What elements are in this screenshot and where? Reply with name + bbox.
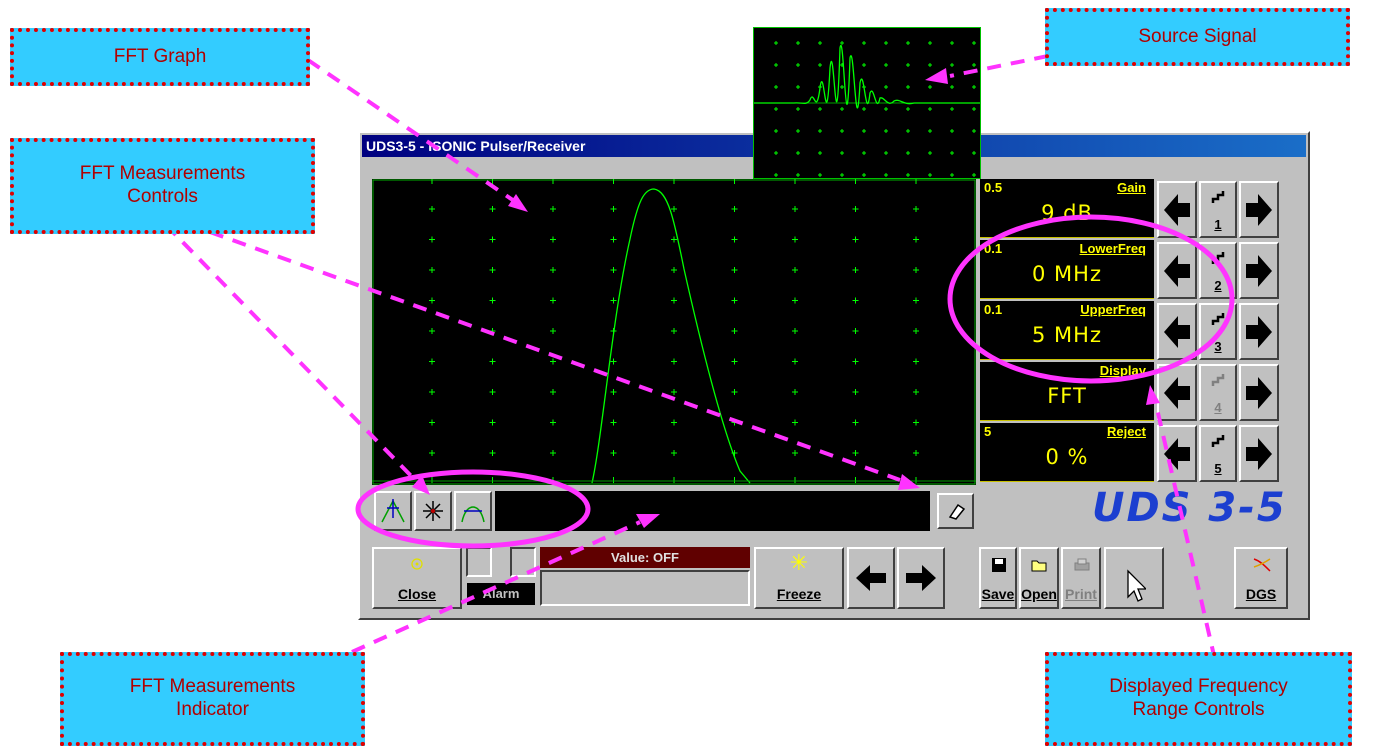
callout-fft-measurements-controls: FFT Measurements Controls bbox=[10, 138, 315, 234]
annotation-overlay bbox=[164, 54, 1235, 661]
callout-fft-graph: FFT Graph bbox=[10, 28, 310, 86]
callout-displayed-frequency-range: Displayed Frequency Range Controls bbox=[1045, 652, 1352, 746]
callout-fft-measurements-indicator: FFT Measurements Indicator bbox=[60, 652, 365, 746]
callout-source-signal: Source Signal bbox=[1045, 8, 1350, 66]
